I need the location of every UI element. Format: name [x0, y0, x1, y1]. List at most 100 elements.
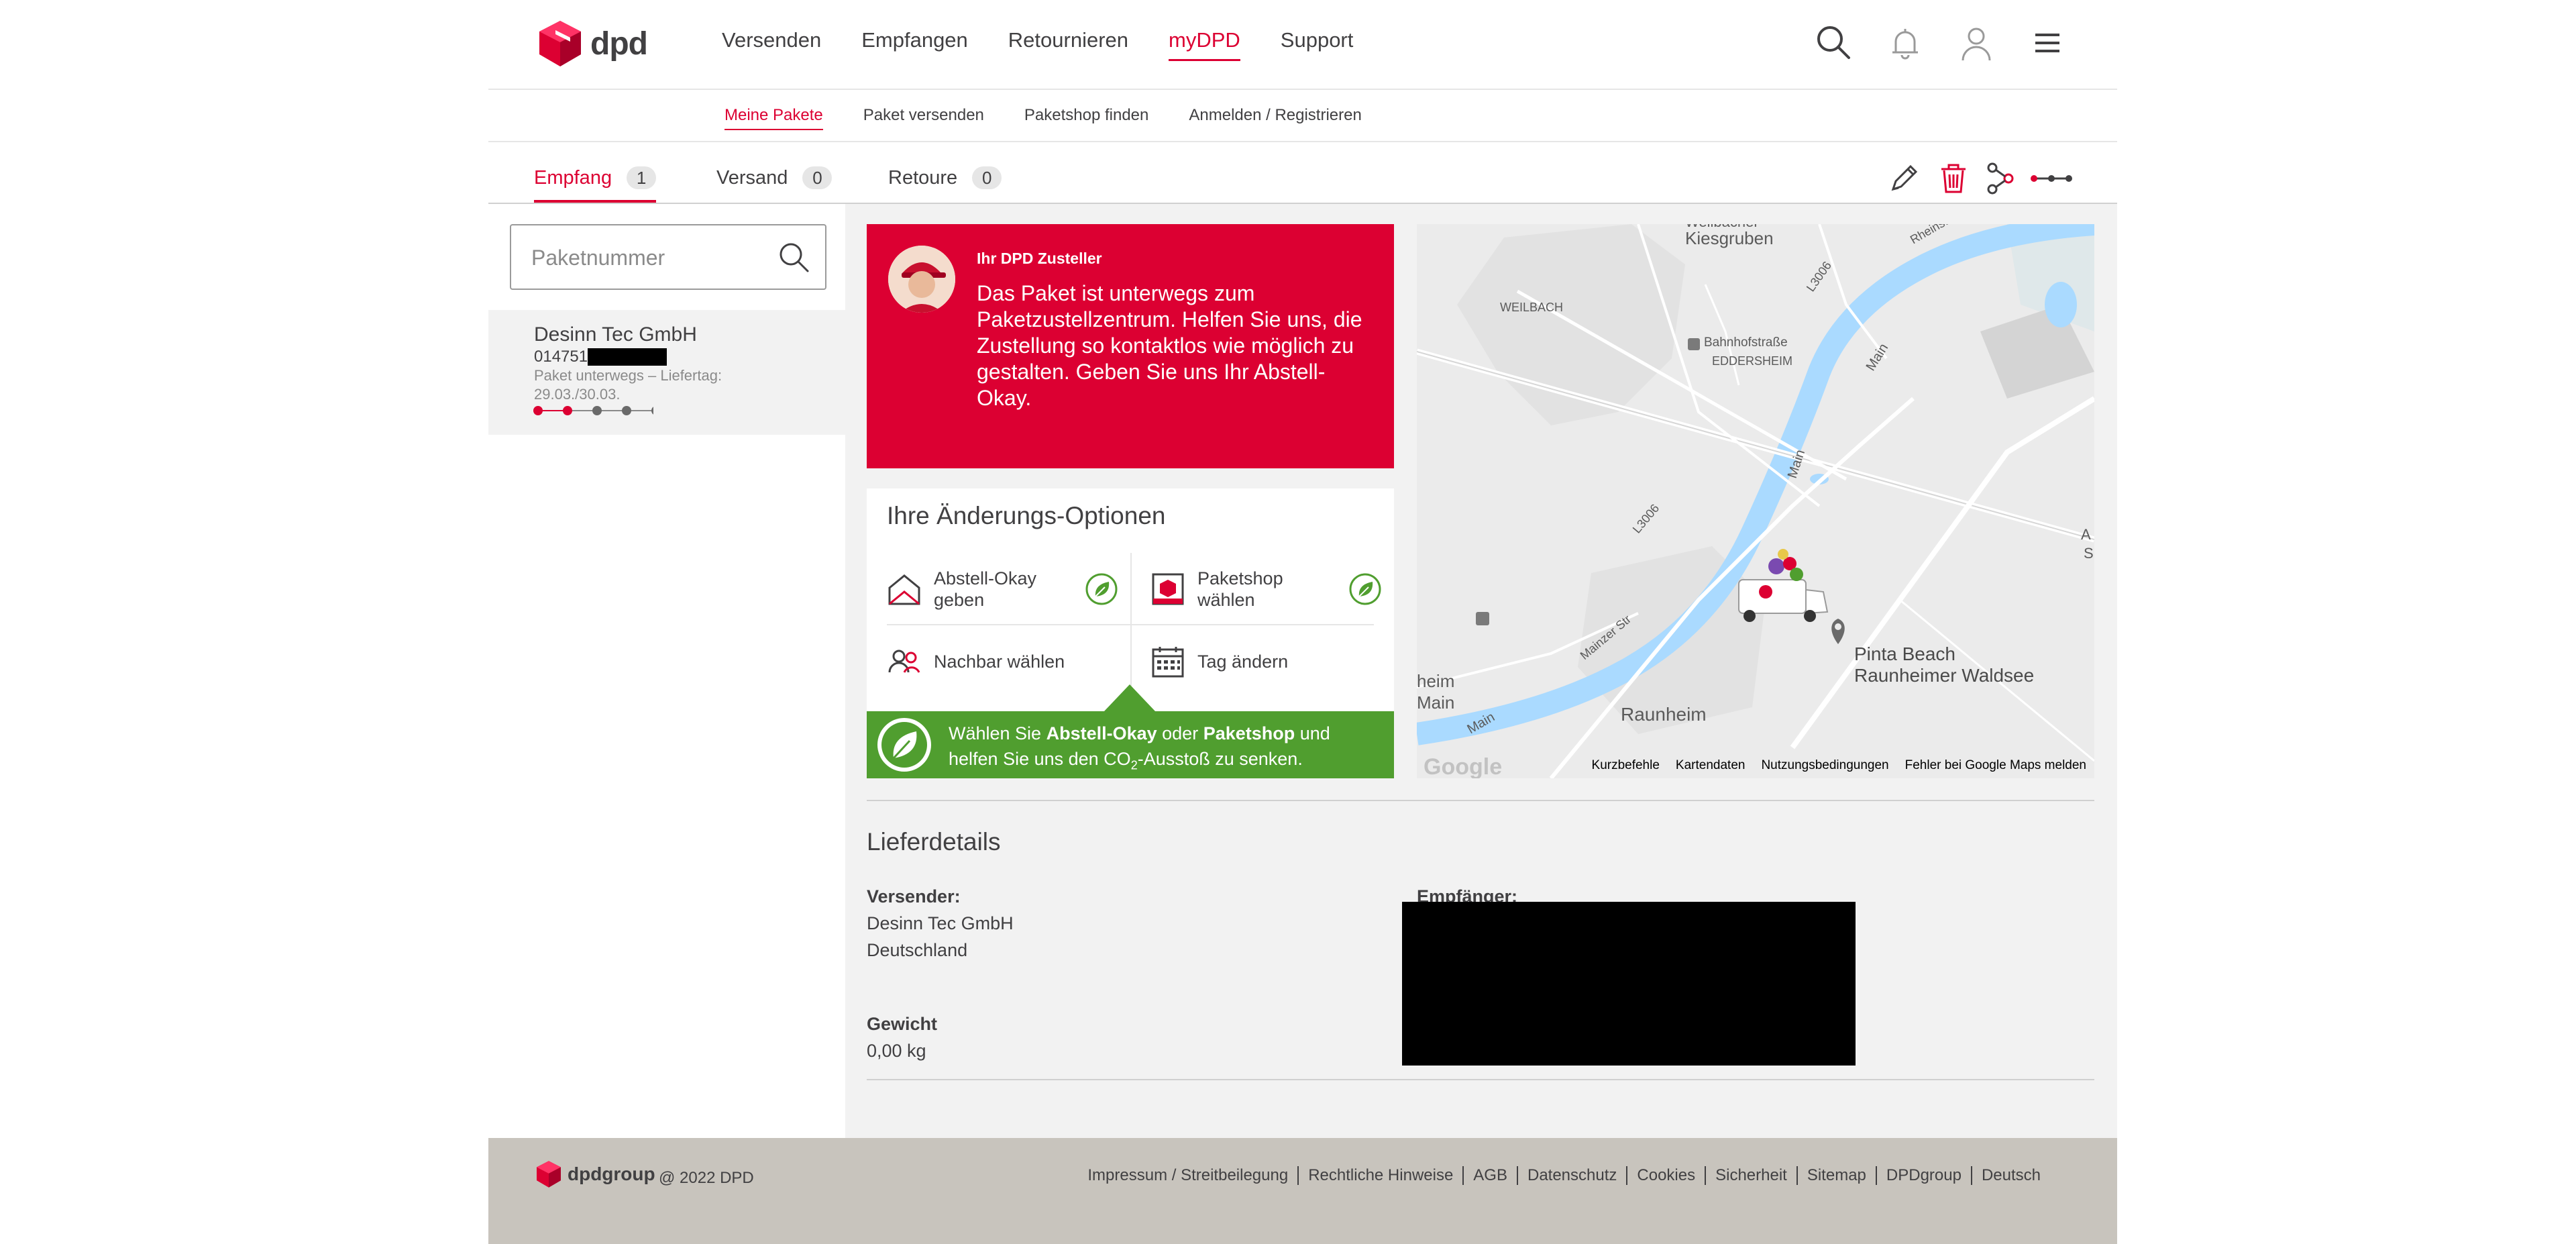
- sender-details: Versender: Desinn Tec GmbH Deutschland: [867, 883, 1014, 964]
- nav-support[interactable]: Support: [1281, 28, 1354, 61]
- subnav-meine-pakete[interactable]: Meine Pakete: [724, 106, 823, 130]
- search-icon[interactable]: [775, 239, 813, 276]
- option-label: Tag ändern: [1197, 652, 1289, 672]
- divider: [867, 800, 2094, 801]
- menu-icon[interactable]: [2027, 23, 2068, 63]
- weight-details: Gewicht 0,00 kg: [867, 1010, 937, 1064]
- svg-text:Google: Google: [1424, 754, 1502, 778]
- dpd-cube-icon: [539, 21, 581, 66]
- tracking-icon[interactable]: [2030, 172, 2073, 189]
- footer-link-rechtliches[interactable]: Rechtliche Hinweise: [1299, 1166, 1464, 1185]
- svg-text:Main: Main: [1417, 692, 1454, 713]
- svg-text:S: S: [2084, 545, 2094, 562]
- parcel-status: Paket unterwegs – Liefertag: 29.03./30.0…: [534, 367, 722, 403]
- sub-navigation: Meine Pakete Paket versenden Paketshop f…: [488, 90, 2117, 142]
- option-abstell-okay[interactable]: Abstell-Okay geben: [867, 553, 1130, 625]
- footer-link-impressum[interactable]: Impressum / Streitbeilegung: [1078, 1166, 1299, 1185]
- copyright: @ 2022 DPD: [659, 1169, 754, 1187]
- parcel-sender: Desinn Tec GmbH: [534, 323, 697, 346]
- progress-step: [622, 406, 631, 415]
- main-nav: Versenden Empfangen Retournieren myDPD S…: [722, 28, 1353, 61]
- deliverer-card: Ihr DPD Zusteller Das Paket ist unterweg…: [867, 224, 1394, 468]
- deliverer-message: Das Paket ist unterwegs zum Paketzustell…: [977, 281, 1362, 410]
- banner-pointer: [1104, 684, 1155, 711]
- subnav-paketshop-finden[interactable]: Paketshop finden: [1024, 106, 1148, 130]
- svg-text:Raunheim: Raunheim: [1621, 704, 1707, 725]
- options-title: Ihre Änderungs-Optionen: [887, 502, 1166, 529]
- option-tag-aendern[interactable]: Tag ändern: [1130, 625, 1394, 698]
- pencil-icon[interactable]: [1886, 161, 1921, 199]
- nav-retournieren[interactable]: Retournieren: [1008, 28, 1128, 61]
- tab-label: Retoure: [888, 166, 958, 189]
- nav-versenden[interactable]: Versenden: [722, 28, 821, 61]
- parcel-number-prefix: 014751: [534, 348, 588, 366]
- details-title: Lieferdetails: [867, 828, 1001, 856]
- footer-link-datenschutz[interactable]: Datenschutz: [1518, 1166, 1628, 1185]
- tab-label: Empfang: [534, 166, 612, 189]
- map-canvas: Weilbacher Kiesgruben WEILBACH Bahnhofst…: [1417, 224, 2094, 778]
- svg-text:EDDERSHEIM: EDDERSHEIM: [1712, 354, 1792, 368]
- map-data-link[interactable]: Kartendaten: [1676, 758, 1746, 773]
- parcel-list-item[interactable]: Desinn Tec GmbH 014751 Paket unterwegs –…: [488, 310, 845, 435]
- divider: [867, 1079, 2094, 1080]
- map-view[interactable]: Weilbacher Kiesgruben WEILBACH Bahnhofst…: [1417, 224, 2094, 778]
- leaf-icon: [1348, 572, 1382, 606]
- parcel-tabs: Empfang 1 Versand 0 Retoure 0: [488, 142, 2117, 205]
- count-badge: 0: [802, 166, 833, 189]
- sender-label: Versender:: [867, 886, 961, 906]
- trash-icon[interactable]: [1936, 161, 1971, 199]
- count-badge: 1: [627, 166, 657, 189]
- option-label: Nachbar wählen: [934, 652, 1065, 672]
- count-badge: 0: [972, 166, 1002, 189]
- footer-link-sitemap[interactable]: Sitemap: [1798, 1166, 1877, 1185]
- user-icon[interactable]: [1956, 23, 1996, 63]
- redacted-block: [1402, 902, 1856, 1066]
- leaf-icon: [1085, 572, 1118, 606]
- option-paketshop[interactable]: Paketshop wählen: [1130, 553, 1394, 625]
- footer-link-cookies[interactable]: Cookies: [1627, 1166, 1707, 1185]
- share-icon[interactable]: [1986, 161, 2015, 199]
- nav-empfangen[interactable]: Empfangen: [861, 28, 968, 61]
- redacted-block: [588, 348, 667, 366]
- dpdgroup-logo[interactable]: dpdgroup: [537, 1161, 655, 1188]
- parcel-list-panel: Desinn Tec GmbH 014751 Paket unterwegs –…: [488, 204, 847, 1138]
- dpd-logo[interactable]: dpd: [539, 20, 648, 67]
- change-options-card: Ihre Änderungs-Optionen Abstell-Okay geb…: [867, 488, 1394, 778]
- svg-text:A: A: [2081, 526, 2091, 543]
- site-footer: dpdgroup @ 2022 DPD Impressum / Streitbe…: [488, 1138, 2117, 1244]
- calendar-icon: [1150, 644, 1185, 679]
- tab-label: Versand: [716, 166, 788, 189]
- map-shortcuts-link[interactable]: Kurzbefehle: [1592, 758, 1660, 773]
- map-report-link[interactable]: Fehler bei Google Maps melden: [1905, 758, 2086, 773]
- tab-versand[interactable]: Versand 0: [716, 166, 833, 200]
- eco-banner: Wählen Sie Abstell-Okay oder Paketshop u…: [867, 711, 1394, 778]
- search-icon[interactable]: [1814, 23, 1854, 63]
- parcel-number: 014751: [534, 348, 667, 366]
- progress-step: [563, 406, 572, 415]
- svg-text:Bahnhofstraße: Bahnhofstraße: [1704, 335, 1788, 350]
- nav-mydpd[interactable]: myDPD: [1169, 28, 1240, 61]
- progress-tracker: [533, 406, 653, 415]
- subnav-anmelden[interactable]: Anmelden / Registrieren: [1189, 106, 1361, 130]
- svg-text:Raunheimer Waldsee: Raunheimer Waldsee: [1854, 665, 2034, 686]
- svg-text:Pinta Beach: Pinta Beach: [1854, 643, 1955, 664]
- house-icon: [887, 572, 922, 607]
- site-frame: dpd Versenden Empfangen Retournieren myD…: [488, 0, 2117, 1244]
- footer-link-agb[interactable]: AGB: [1464, 1166, 1518, 1185]
- footer-link-language[interactable]: Deutsch: [1972, 1166, 2050, 1185]
- footer-link-dpdgroup[interactable]: DPDgroup: [1877, 1166, 1972, 1185]
- option-nachbar[interactable]: Nachbar wählen: [867, 625, 1130, 698]
- tab-empfang[interactable]: Empfang 1: [534, 166, 657, 203]
- parcel-search-input[interactable]: [530, 225, 774, 290]
- subnav-paket-versenden[interactable]: Paket versenden: [863, 106, 984, 130]
- map-terms-link[interactable]: Nutzungsbedingungen: [1761, 758, 1888, 773]
- tab-retoure[interactable]: Retoure 0: [888, 166, 1002, 200]
- svg-text:WEILBACH: WEILBACH: [1500, 301, 1563, 314]
- footer-brand: dpdgroup: [568, 1163, 655, 1184]
- bell-icon[interactable]: [1885, 23, 1925, 63]
- sender-country: Deutschland: [867, 940, 968, 960]
- parcel-search: [510, 224, 826, 290]
- option-label: Paketshop wählen: [1197, 568, 1283, 610]
- footer-link-sicherheit[interactable]: Sicherheit: [1706, 1166, 1798, 1185]
- top-navigation: dpd Versenden Empfangen Retournieren myD…: [488, 0, 2117, 90]
